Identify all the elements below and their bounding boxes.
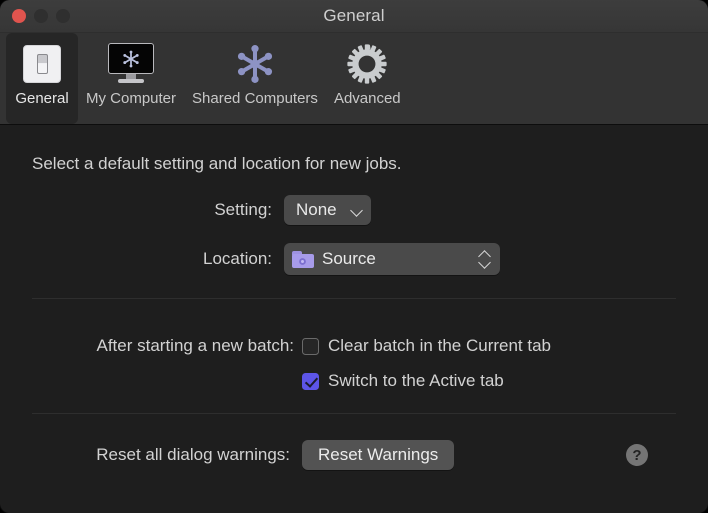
- help-glyph: ?: [632, 446, 642, 464]
- smart-folder-icon: [292, 250, 314, 268]
- batch-label: After starting a new batch:: [96, 336, 295, 355]
- reset-warnings-button-label: Reset Warnings: [318, 445, 439, 464]
- gear-icon: [345, 39, 389, 89]
- setting-popup-button[interactable]: None: [284, 195, 371, 225]
- window-title: General: [323, 6, 385, 25]
- light-switch-icon: [23, 39, 61, 89]
- help-icon[interactable]: ?: [626, 444, 648, 466]
- toolbar-item-general-label: General: [15, 90, 69, 107]
- monitor-icon: [106, 39, 156, 89]
- batch-row-first: After starting a new batch: Clear batch …: [32, 336, 552, 356]
- reset-label: Reset all dialog warnings:: [96, 445, 290, 464]
- checkbox-switch-active-tab-label: Switch to the Active tab: [328, 371, 504, 390]
- checkbox-clear-batch-label: Clear batch in the Current tab: [328, 336, 552, 355]
- preferences-toolbar: General My Computer Shared Computers Adv…: [0, 33, 708, 125]
- chevron-down-icon: [351, 204, 363, 216]
- toolbar-item-general[interactable]: General: [6, 33, 78, 124]
- network-node-icon: [232, 39, 278, 89]
- preferences-window: General General My Computer Shared Compu…: [0, 0, 708, 513]
- preferences-content: Select a default setting and location fo…: [0, 125, 708, 513]
- toolbar-item-shared-computers-label: Shared Computers: [192, 90, 318, 107]
- setting-label: Setting:: [214, 200, 272, 219]
- setting-row: Setting: None: [32, 195, 676, 225]
- setting-value: None: [296, 200, 337, 219]
- up-down-stepper-icon[interactable]: [478, 248, 492, 270]
- toolbar-item-my-computer-label: My Computer: [86, 90, 177, 107]
- location-value: Source: [322, 249, 376, 268]
- location-combo-button[interactable]: Source: [284, 243, 500, 275]
- reset-warnings-button[interactable]: Reset Warnings: [302, 440, 455, 470]
- batch-row-second: Switch to the Active tab: [302, 371, 504, 391]
- toolbar-item-my-computer[interactable]: My Computer: [78, 33, 184, 124]
- separator-top: [32, 298, 676, 299]
- location-row: Location: Source: [32, 243, 676, 275]
- toolbar-item-advanced-label: Advanced: [333, 90, 401, 107]
- toolbar-item-advanced[interactable]: Advanced: [326, 33, 409, 124]
- checkbox-switch-active-tab[interactable]: [302, 372, 319, 390]
- reset-row: Reset all dialog warnings: Reset Warning…: [32, 440, 676, 470]
- location-label: Location:: [203, 249, 272, 268]
- toolbar-item-shared-computers[interactable]: Shared Computers: [184, 33, 326, 124]
- title-bar: General: [0, 0, 708, 33]
- separator-bottom: [32, 413, 676, 414]
- intro-text: Select a default setting and location fo…: [32, 154, 402, 173]
- checkbox-clear-batch[interactable]: [302, 337, 319, 355]
